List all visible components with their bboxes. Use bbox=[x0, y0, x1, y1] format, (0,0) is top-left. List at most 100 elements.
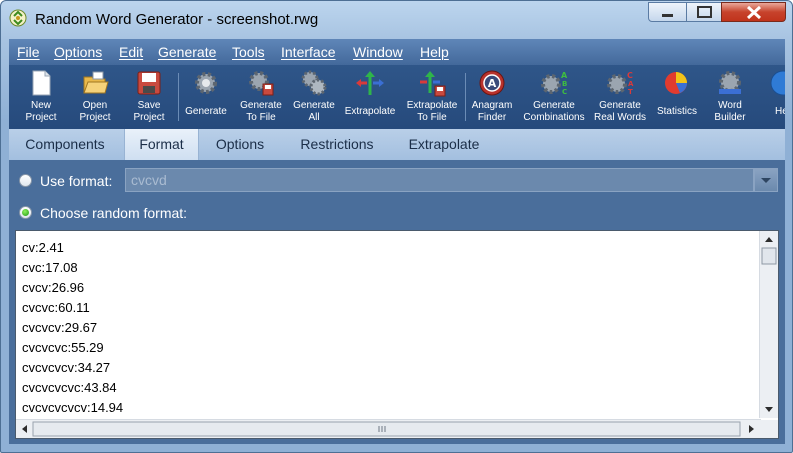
menu-bar: File Options Edit Generate Tools Interfa… bbox=[9, 39, 785, 65]
window-title: Random Word Generator - screenshot.rwg bbox=[35, 11, 319, 28]
generate-all-label-1: Generate bbox=[293, 100, 335, 111]
menu-help[interactable]: Help bbox=[420, 44, 449, 60]
new-project-label-1: New bbox=[30, 100, 51, 111]
extrapolate-arrows-icon bbox=[356, 71, 384, 95]
format-list[interactable]: cv:2.41 cvc:17.08 cvcv:26.96 cvcvc:60.11… bbox=[22, 238, 752, 418]
extrapolate-to-file-label-1: Extrapolate bbox=[406, 100, 458, 111]
menu-interface[interactable]: Interface bbox=[281, 44, 335, 60]
minimize-button[interactable] bbox=[648, 2, 687, 22]
anagram-finder-label-2: Finder bbox=[477, 112, 507, 123]
generate-all-button[interactable]: Generate All bbox=[289, 67, 339, 127]
extrapolate-to-file-label-2: To File bbox=[417, 112, 447, 123]
anagram-finder-button[interactable]: A Anagram Finder bbox=[467, 67, 517, 127]
generate-combinations-label-2: Combinations bbox=[523, 112, 585, 123]
new-project-button[interactable]: New Project bbox=[15, 67, 67, 127]
generate-to-file-label-1: Generate bbox=[240, 100, 282, 111]
save-floppy-icon bbox=[137, 71, 161, 95]
help-label: He bbox=[775, 106, 785, 117]
menu-window[interactable]: Window bbox=[353, 44, 403, 60]
menu-options[interactable]: Options bbox=[54, 44, 102, 60]
help-button[interactable]: He bbox=[765, 67, 785, 127]
format-panel: Use format: cvcvd Choose random format: … bbox=[9, 160, 785, 444]
generate-label: Generate bbox=[185, 106, 227, 117]
gear-icon bbox=[195, 72, 217, 94]
tab-restrictions[interactable]: Restrictions bbox=[283, 129, 391, 160]
horizontal-scrollbar[interactable] bbox=[16, 419, 761, 438]
generate-combinations-button[interactable]: A B C Generate Combinations bbox=[519, 67, 589, 127]
toolbar: New Project Open Project Save Project Ge… bbox=[9, 65, 785, 129]
extrapolate-file-icon bbox=[420, 71, 446, 97]
vertical-scrollbar[interactable] bbox=[759, 231, 778, 418]
format-line: cv:2.41 bbox=[22, 240, 64, 255]
menu-tools[interactable]: Tools bbox=[232, 44, 265, 60]
generate-real-words-button[interactable]: C A T Generate Real Words bbox=[591, 67, 649, 127]
horizontal-scrollbar-graphics bbox=[22, 421, 754, 437]
scrollbar-corner bbox=[760, 420, 778, 438]
radio-selected-dot bbox=[22, 209, 29, 216]
close-button[interactable] bbox=[721, 2, 786, 22]
generate-real-words-label-2: Real Words bbox=[593, 112, 647, 123]
generate-real-words-label-1: Generate bbox=[599, 100, 641, 111]
tab-options[interactable]: Options bbox=[199, 129, 281, 160]
svg-text:B: B bbox=[562, 80, 567, 88]
title-bar[interactable]: Random Word Generator - screenshot.rwg bbox=[1, 1, 792, 37]
horizontal-scroll-thumb bbox=[32, 421, 741, 437]
save-project-button[interactable]: Save Project bbox=[123, 67, 175, 127]
tab-components[interactable]: Components bbox=[9, 129, 121, 160]
svg-text:T: T bbox=[628, 88, 633, 96]
svg-text:A: A bbox=[561, 71, 568, 80]
save-project-label-1: Save bbox=[137, 100, 161, 111]
choose-random-format-label: Choose random format: bbox=[40, 205, 188, 221]
use-format-radio[interactable] bbox=[19, 174, 32, 187]
extrapolate-button[interactable]: Extrapolate bbox=[340, 67, 400, 127]
new-project-label-2: Project bbox=[25, 112, 57, 123]
format-line: cvcvcvcv:34.27 bbox=[22, 360, 111, 375]
format-line: cvc:17.08 bbox=[22, 260, 78, 275]
save-project-label-2: Project bbox=[133, 112, 165, 123]
toolbar-separator bbox=[465, 73, 466, 121]
generate-to-file-button[interactable]: Generate To File bbox=[235, 67, 287, 127]
generate-combinations-label-1: Generate bbox=[533, 100, 575, 111]
chevron-down-icon bbox=[761, 178, 771, 183]
use-format-label: Use format: bbox=[40, 173, 113, 189]
gear-file-icon bbox=[249, 71, 274, 96]
generate-all-label-2: All bbox=[308, 112, 320, 123]
format-line: cvcvcvc:55.29 bbox=[22, 340, 104, 355]
app-window: Random Word Generator - screenshot.rwg F… bbox=[0, 0, 793, 453]
gear-abc-icon: A B C bbox=[541, 71, 568, 96]
format-line: cvcvc:60.11 bbox=[22, 300, 90, 315]
word-builder-button[interactable]: Word Builder bbox=[705, 67, 755, 127]
gears-icon bbox=[301, 70, 327, 96]
extrapolate-to-file-button[interactable]: Extrapolate To File bbox=[402, 67, 462, 127]
tab-extrapolate[interactable]: Extrapolate bbox=[393, 129, 495, 160]
anagram-finder-label-1: Anagram bbox=[471, 100, 513, 111]
open-folder-icon bbox=[83, 71, 109, 94]
scroll-left-arrow-icon bbox=[22, 425, 27, 433]
svg-text:C: C bbox=[627, 71, 633, 80]
vertical-scrollbar-graphics bbox=[761, 237, 777, 412]
maximize-icon bbox=[697, 6, 712, 18]
close-icon bbox=[746, 5, 762, 20]
new-document-icon bbox=[32, 70, 51, 96]
tab-format[interactable]: Format bbox=[124, 129, 199, 160]
format-line: cvcvcvcvc:43.84 bbox=[22, 380, 117, 395]
svg-text:A: A bbox=[628, 80, 634, 88]
menu-edit[interactable]: Edit bbox=[119, 44, 143, 60]
statistics-button[interactable]: Statistics bbox=[651, 67, 703, 127]
format-line: cvcvcv:29.67 bbox=[22, 320, 98, 335]
open-project-button[interactable]: Open Project bbox=[69, 67, 121, 127]
format-dropdown-button[interactable] bbox=[754, 168, 778, 192]
generate-button[interactable]: Generate bbox=[181, 67, 231, 127]
choose-random-format-radio[interactable] bbox=[19, 206, 32, 219]
random-format-textarea[interactable]: cv:2.41 cvc:17.08 cvcv:26.96 cvcvc:60.11… bbox=[15, 230, 779, 439]
recycle-gear-icon[interactable] bbox=[9, 9, 27, 27]
format-line: cvcv:26.96 bbox=[22, 280, 85, 295]
svg-text:C: C bbox=[562, 88, 567, 96]
menu-file[interactable]: File bbox=[17, 44, 40, 60]
word-builder-label-1: Word bbox=[718, 100, 742, 111]
menu-generate[interactable]: Generate bbox=[158, 44, 216, 60]
svg-text:A: A bbox=[488, 77, 497, 90]
use-format-combobox[interactable]: cvcvd bbox=[125, 168, 754, 192]
maximize-button[interactable] bbox=[686, 2, 722, 22]
minimize-icon bbox=[662, 14, 673, 17]
